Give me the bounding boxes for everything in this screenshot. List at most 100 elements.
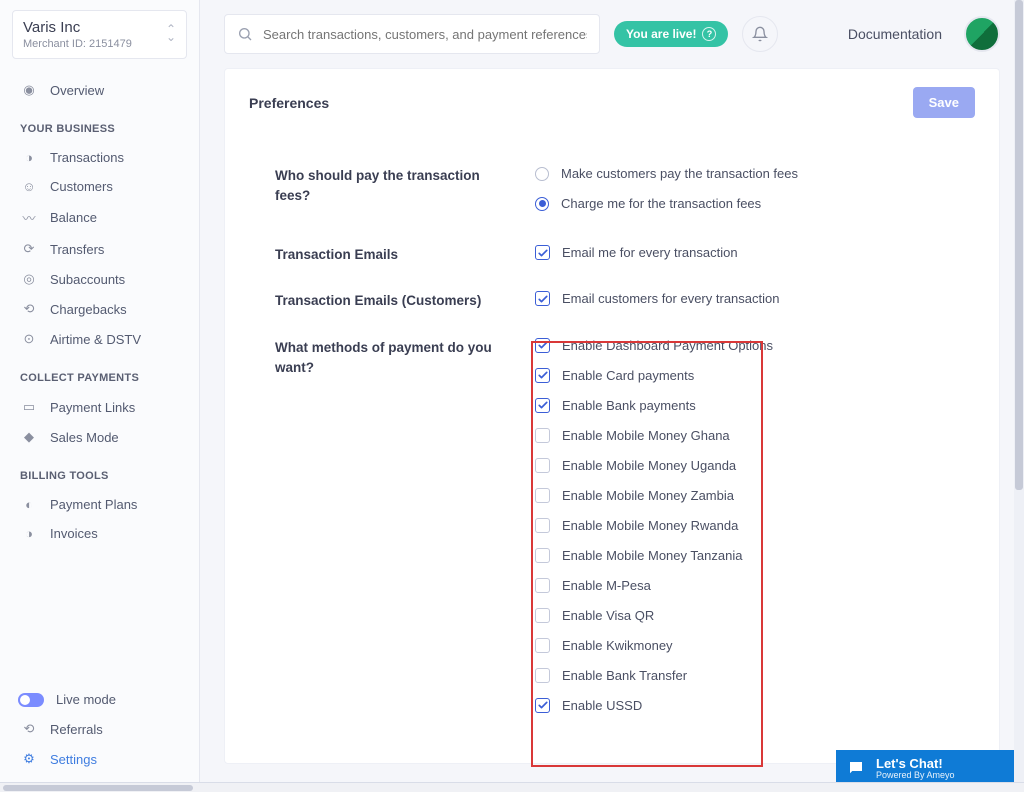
radio-icon[interactable] — [535, 197, 549, 211]
documentation-link[interactable]: Documentation — [848, 26, 942, 42]
option-label: Enable Mobile Money Tanzania — [562, 548, 742, 563]
sidebar-section-billing: BILLING TOOLS — [0, 452, 199, 490]
sidebar-item-business-2[interactable]: 〰Balance — [0, 201, 199, 234]
radio-icon[interactable] — [535, 167, 549, 181]
fees-option-1[interactable]: Charge me for the transaction fees — [535, 196, 959, 211]
checkbox-icon[interactable] — [535, 338, 550, 353]
option-label: Enable Mobile Money Rwanda — [562, 518, 738, 533]
method-opt-9[interactable]: Enable Visa QR — [535, 608, 959, 623]
method-opt-12[interactable]: Enable USSD — [535, 698, 959, 713]
sidebar-label: Invoices — [50, 526, 98, 541]
sidebar-item-referrals[interactable]: ⟲ Referrals — [0, 714, 199, 744]
nav-icon: ⟳ — [20, 241, 38, 257]
chat-icon — [846, 758, 866, 778]
save-button[interactable]: Save — [913, 87, 975, 118]
checkbox-icon[interactable] — [535, 608, 550, 623]
sidebar-item-collect-0[interactable]: ▭ Payment Links — [0, 392, 199, 422]
checkbox-icon[interactable] — [535, 668, 550, 683]
nav-icon: ◑ — [20, 150, 38, 165]
nav-icon: ⟲ — [20, 301, 38, 317]
method-opt-1[interactable]: Enable Card payments — [535, 368, 959, 383]
option-label: Enable Mobile Money Zambia — [562, 488, 734, 503]
option-label: Email customers for every transaction — [562, 291, 779, 306]
emails-opt[interactable]: Email me for every transaction — [535, 245, 959, 260]
method-opt-6[interactable]: Enable Mobile Money Rwanda — [535, 518, 959, 533]
sidebar-section-collect: COLLECT PAYMENTS — [0, 354, 199, 392]
sidebar-item-overview[interactable]: ◉ Overview — [0, 75, 199, 105]
sidebar-item-business-4[interactable]: ◎Subaccounts — [0, 264, 199, 294]
checkbox-icon[interactable] — [535, 638, 550, 653]
chat-widget[interactable]: Let's Chat! Powered By Ameyo — [836, 750, 1014, 786]
sidebar-label: Sales Mode — [50, 430, 119, 445]
checkbox-icon[interactable] — [535, 488, 550, 503]
toggle-icon[interactable] — [18, 693, 44, 707]
sidebar-item-business-5[interactable]: ⟲ Chargebacks — [0, 294, 199, 324]
checkbox-icon[interactable] — [535, 368, 550, 383]
chat-title: Let's Chat! — [876, 757, 955, 770]
sidebar-item-business-6[interactable]: ⊙Airtime & DSTV — [0, 324, 199, 354]
sidebar-label: Settings — [50, 752, 97, 767]
sidebar-item-business-3[interactable]: ⟳Transfers — [0, 234, 199, 264]
sidebar-item-livemode[interactable]: Live mode — [0, 685, 199, 714]
nav-icon: ☺ — [20, 179, 38, 194]
emails-cust-opt[interactable]: Email customers for every transaction — [535, 291, 959, 306]
sidebar-label: Subaccounts — [50, 272, 125, 287]
nav-icon: ⊙ — [20, 331, 38, 347]
notifications-button[interactable] — [742, 16, 778, 52]
fees-question: Who should pay the transaction fees? — [275, 166, 535, 207]
option-label: Enable M-Pesa — [562, 578, 651, 593]
sidebar-item-business-1[interactable]: ☺ Customers — [0, 172, 199, 201]
fees-option-0[interactable]: Make customers pay the transaction fees — [535, 166, 959, 181]
checkbox-icon[interactable] — [535, 518, 550, 533]
method-opt-0[interactable]: Enable Dashboard Payment Options — [535, 338, 959, 353]
sidebar-item-billing-1[interactable]: ◑Invoices — [0, 519, 199, 548]
option-label: Enable Dashboard Payment Options — [562, 338, 773, 353]
option-label: Enable Mobile Money Uganda — [562, 458, 736, 473]
nav-icon: ◐ — [20, 497, 38, 512]
sidebar-label: Chargebacks — [50, 302, 127, 317]
method-opt-3[interactable]: Enable Mobile Money Ghana — [535, 428, 959, 443]
checkbox-icon[interactable] — [535, 428, 550, 443]
avatar[interactable] — [964, 16, 1000, 52]
nav-icon: ◆ — [20, 429, 38, 445]
emails-question: Transaction Emails — [275, 245, 535, 265]
live-badge[interactable]: You are live! ? — [614, 21, 728, 47]
method-opt-7[interactable]: Enable Mobile Money Tanzania — [535, 548, 959, 563]
sidebar-label: Customers — [50, 179, 113, 194]
share-icon: ⟲ — [20, 721, 38, 737]
sidebar-item-collect-1[interactable]: ◆ Sales Mode — [0, 422, 199, 452]
checkbox-icon[interactable] — [535, 458, 550, 473]
sidebar-item-business-0[interactable]: ◑Transactions — [0, 143, 199, 172]
caret-updown-icon: ⌃⌄ — [166, 25, 176, 41]
search-input[interactable] — [263, 27, 587, 42]
checkbox-icon[interactable] — [535, 245, 550, 260]
sidebar-item-settings[interactable]: ⚙ Settings — [0, 744, 199, 774]
vertical-scrollbar[interactable] — [1014, 0, 1024, 782]
search-box[interactable] — [224, 14, 600, 54]
horizontal-scrollbar[interactable] — [0, 782, 1024, 792]
checkbox-icon[interactable] — [535, 548, 550, 563]
preferences-title: Preferences — [249, 95, 329, 111]
option-label: Enable Card payments — [562, 368, 694, 383]
sidebar-label: Live mode — [56, 692, 116, 707]
option-label: Enable Mobile Money Ghana — [562, 428, 730, 443]
live-badge-text: You are live! — [626, 27, 696, 41]
preferences-card: Preferences Save Who should pay the tran… — [224, 68, 1000, 764]
method-opt-4[interactable]: Enable Mobile Money Uganda — [535, 458, 959, 473]
method-opt-8[interactable]: Enable M-Pesa — [535, 578, 959, 593]
checkbox-icon[interactable] — [535, 291, 550, 306]
option-label: Email me for every transaction — [562, 245, 738, 260]
checkbox-icon[interactable] — [535, 698, 550, 713]
method-opt-10[interactable]: Enable Kwikmoney — [535, 638, 959, 653]
checkbox-icon[interactable] — [535, 578, 550, 593]
option-label: Enable Bank Transfer — [562, 668, 687, 683]
method-opt-5[interactable]: Enable Mobile Money Zambia — [535, 488, 959, 503]
sidebar-item-billing-0[interactable]: ◐Payment Plans — [0, 490, 199, 519]
search-icon — [237, 26, 253, 42]
checkbox-icon[interactable] — [535, 398, 550, 413]
method-opt-2[interactable]: Enable Bank payments — [535, 398, 959, 413]
method-opt-11[interactable]: Enable Bank Transfer — [535, 668, 959, 683]
merchant-selector[interactable]: Varis Inc Merchant ID: 2151479 ⌃⌄ — [12, 10, 187, 59]
sidebar-label: Payment Links — [50, 400, 135, 415]
nav-icon: ▭ — [20, 399, 38, 415]
